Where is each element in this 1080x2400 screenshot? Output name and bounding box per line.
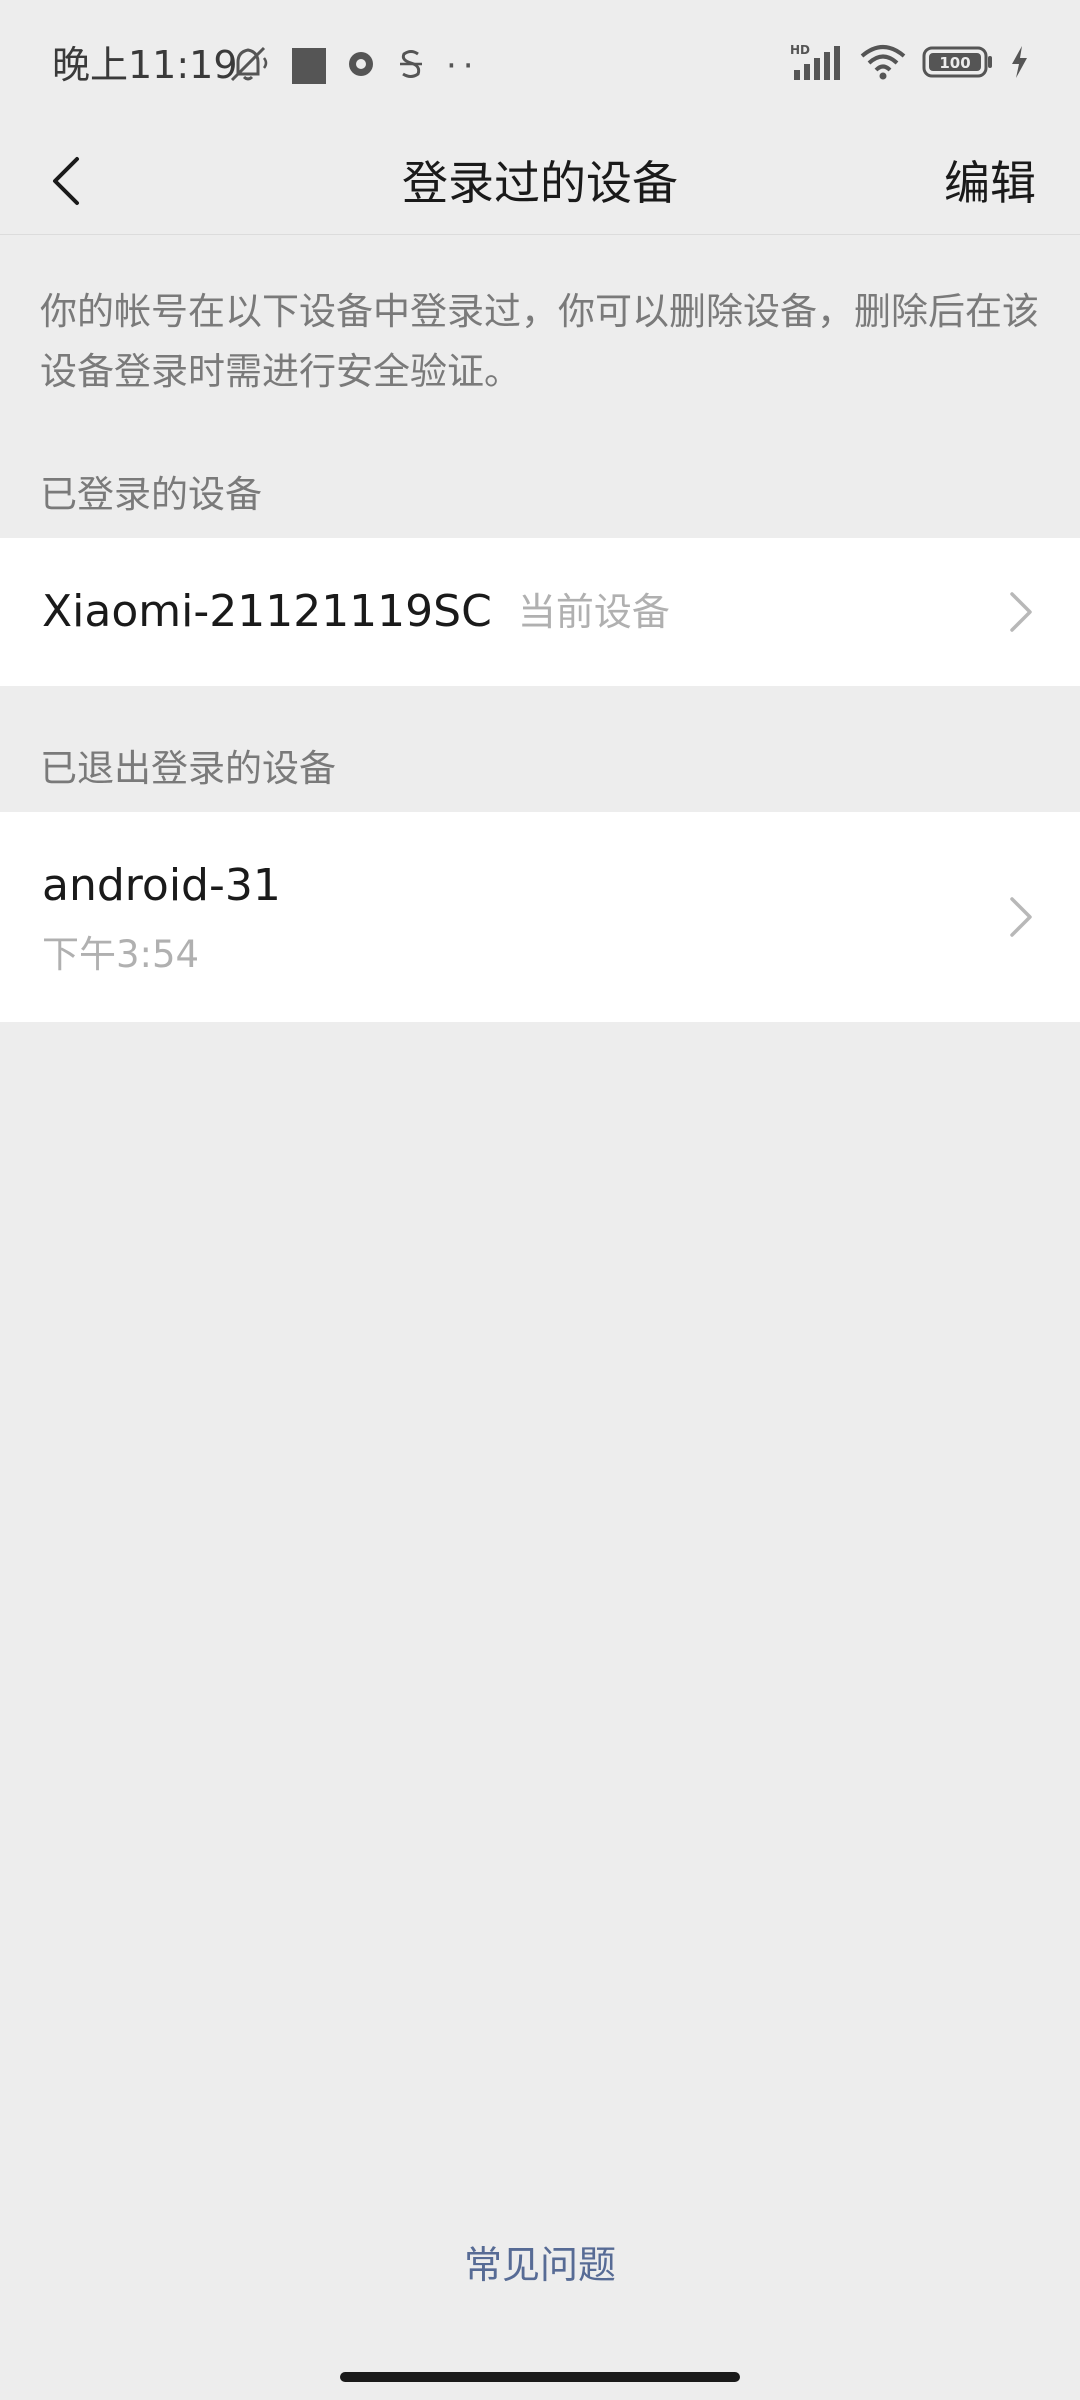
svg-text:HD: HD (790, 43, 810, 57)
wifi-icon (858, 42, 908, 86)
device-last-login-time: 下午3:54 (42, 933, 200, 976)
chevron-right-icon (1006, 893, 1036, 941)
more-dots-icon: ·· (446, 46, 480, 86)
status-bar: 晚上11:19 ·· HD 100 (0, 0, 1080, 132)
section-label-logged-in: 已登录的设备 (40, 473, 262, 516)
charging-icon (1008, 44, 1030, 84)
chevron-right-icon (1006, 588, 1036, 636)
header-divider (0, 234, 1080, 235)
svg-text:100: 100 (939, 54, 970, 72)
section-label-logged-out: 已退出登录的设备 (40, 747, 336, 790)
status-left-icons: ·· (228, 44, 480, 88)
device-name: android-31 (42, 860, 281, 911)
app-square-icon (292, 48, 326, 84)
faq-link[interactable]: 常见问题 (0, 2240, 1080, 2290)
device-row-logged-out[interactable]: android-31 下午3:54 (0, 812, 1080, 1022)
status-time: 晚上11:19 (52, 43, 238, 87)
home-indicator[interactable] (340, 2372, 740, 2382)
back-button[interactable] (22, 138, 112, 228)
page-title: 登录过的设备 (402, 156, 678, 210)
edit-button[interactable]: 编辑 (944, 132, 1036, 234)
hd-signal-icon: HD (790, 42, 844, 86)
chevron-left-icon (47, 155, 87, 211)
device-name: Xiaomi-21121119SC (42, 586, 492, 637)
navigation-header: 登录过的设备 编辑 (0, 132, 1080, 234)
s-app-icon (396, 46, 426, 86)
circle-app-icon (346, 49, 376, 83)
device-row-current[interactable]: Xiaomi-21121119SC 当前设备 (0, 538, 1080, 686)
description-text: 你的帐号在以下设备中登录过，你可以删除设备，删除后在该设备登录时需进行安全验证。 (40, 290, 1039, 393)
status-right-icons: HD 100 (790, 42, 1030, 86)
mute-icon (228, 44, 272, 88)
battery-icon: 100 (922, 44, 994, 84)
current-device-tag: 当前设备 (517, 590, 670, 634)
